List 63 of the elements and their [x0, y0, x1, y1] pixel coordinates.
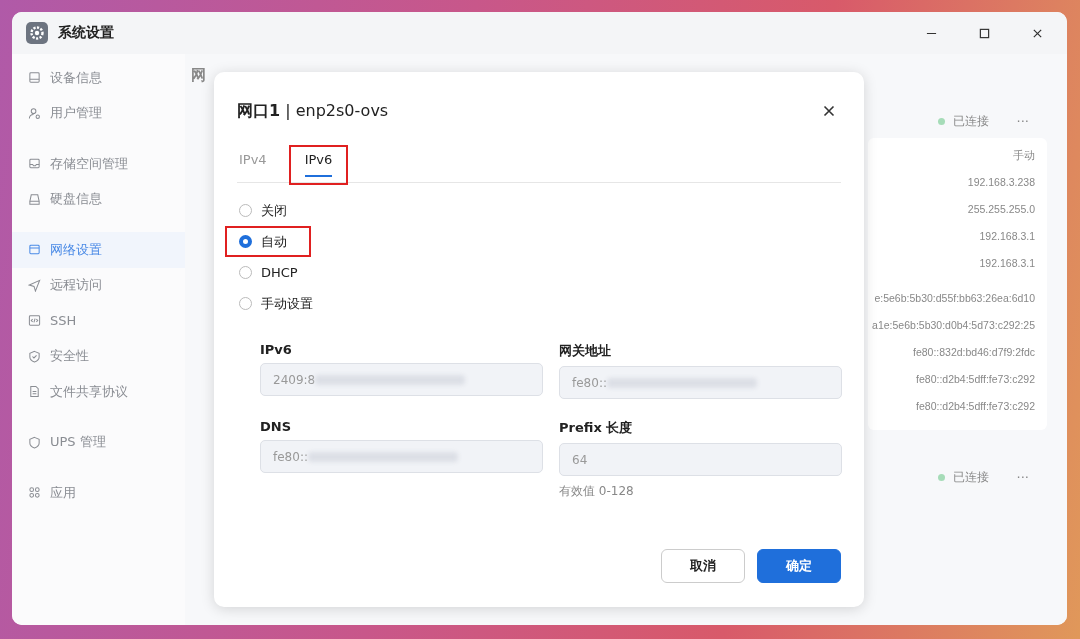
- more-button[interactable]: ···: [1016, 469, 1029, 485]
- status-dot: [937, 473, 945, 481]
- detail-value: 192.168.3.238: [966, 175, 1035, 190]
- tab[interactable]: IPv6: [304, 147, 333, 177]
- maximize-icon[interactable]: [979, 27, 990, 39]
- option-label: 手动设置: [261, 294, 313, 313]
- status-text: 已连接: [952, 112, 989, 130]
- gear-icon: [26, 22, 48, 44]
- sidebar-item[interactable]: 硬盘信息: [12, 181, 185, 217]
- shield-icon: [28, 435, 41, 449]
- sidebar-item[interactable]: 文件共享协议: [12, 374, 185, 410]
- page-heading: 网: [191, 65, 206, 86]
- close-icon[interactable]: [823, 105, 835, 117]
- close-icon[interactable]: [1032, 27, 1043, 39]
- detail-value: fe80::d2b4:5dff:fe73:c292: [915, 399, 1035, 414]
- field-label: 网关地址: [559, 342, 612, 360]
- status-dot: [937, 117, 945, 125]
- radio-button[interactable]: [239, 235, 252, 248]
- option-label: 关闭: [261, 201, 287, 220]
- detail-value: a1e:5e6b:5b30:d0b4:5d73:c292:25: [871, 318, 1035, 333]
- field-label: DNS: [260, 419, 293, 434]
- hint-text: 有效值 0-128: [559, 483, 635, 500]
- input-field[interactable]: fe80::: [559, 366, 842, 399]
- sidebar-item[interactable]: 存储空间管理: [12, 146, 185, 182]
- window-title: 系统设置: [58, 24, 114, 42]
- dialog-button[interactable]: 确定: [757, 549, 841, 583]
- sidebar-item[interactable]: 用户管理: [12, 95, 185, 131]
- drive-icon: [28, 192, 41, 206]
- sidebar-item[interactable]: UPS 管理: [12, 424, 185, 460]
- monitor-icon: [28, 71, 41, 85]
- detail-value: e:5e6b:5b30:d55f:bb63:26ea:6d10: [873, 291, 1035, 306]
- detail-value: 255.255.255.0: [966, 202, 1035, 217]
- window-icon: [28, 243, 41, 257]
- sidebar-item[interactable]: 设备信息: [12, 60, 185, 96]
- sidebar-item[interactable]: 远程访问: [12, 267, 185, 303]
- tab[interactable]: IPv4: [239, 147, 267, 177]
- send-icon: [28, 278, 41, 292]
- detail-value: 192.168.3.1: [978, 229, 1035, 244]
- more-button[interactable]: ···: [1016, 113, 1029, 129]
- sidebar-item[interactable]: SSH: [12, 303, 185, 339]
- input-field[interactable]: 64: [559, 443, 842, 476]
- dialog-button[interactable]: 取消: [661, 549, 745, 583]
- grid-icon: [28, 486, 41, 500]
- code-icon: [28, 314, 41, 328]
- sidebar-item[interactable]: 应用: [12, 475, 185, 511]
- field-label: IPv6: [260, 342, 293, 357]
- user-icon: [28, 106, 41, 120]
- detail-value: fe80::d2b4:5dff:fe73:c292: [915, 372, 1035, 387]
- tray-icon: [28, 157, 41, 171]
- sidebar-item[interactable]: 网络设置: [12, 232, 185, 268]
- status-text: 已连接: [952, 468, 989, 486]
- detail-value: fe80::832d:bd46:d7f9:2fdc: [911, 345, 1035, 360]
- detail-value: 192.168.3.1: [978, 256, 1035, 271]
- dialog-title: 网口1 | enp2s0-ovs: [237, 100, 389, 122]
- shield-icon: [28, 349, 41, 363]
- sidebar-item[interactable]: 安全性: [12, 338, 185, 374]
- option-label: DHCP: [261, 265, 298, 280]
- option-label: 自动: [261, 232, 287, 251]
- input-field[interactable]: fe80::: [260, 440, 543, 473]
- detail-value: 手动: [1012, 148, 1035, 163]
- input-field[interactable]: 2409:8: [260, 363, 543, 396]
- document-icon: [28, 385, 41, 399]
- field-label: Prefix 长度: [559, 419, 634, 437]
